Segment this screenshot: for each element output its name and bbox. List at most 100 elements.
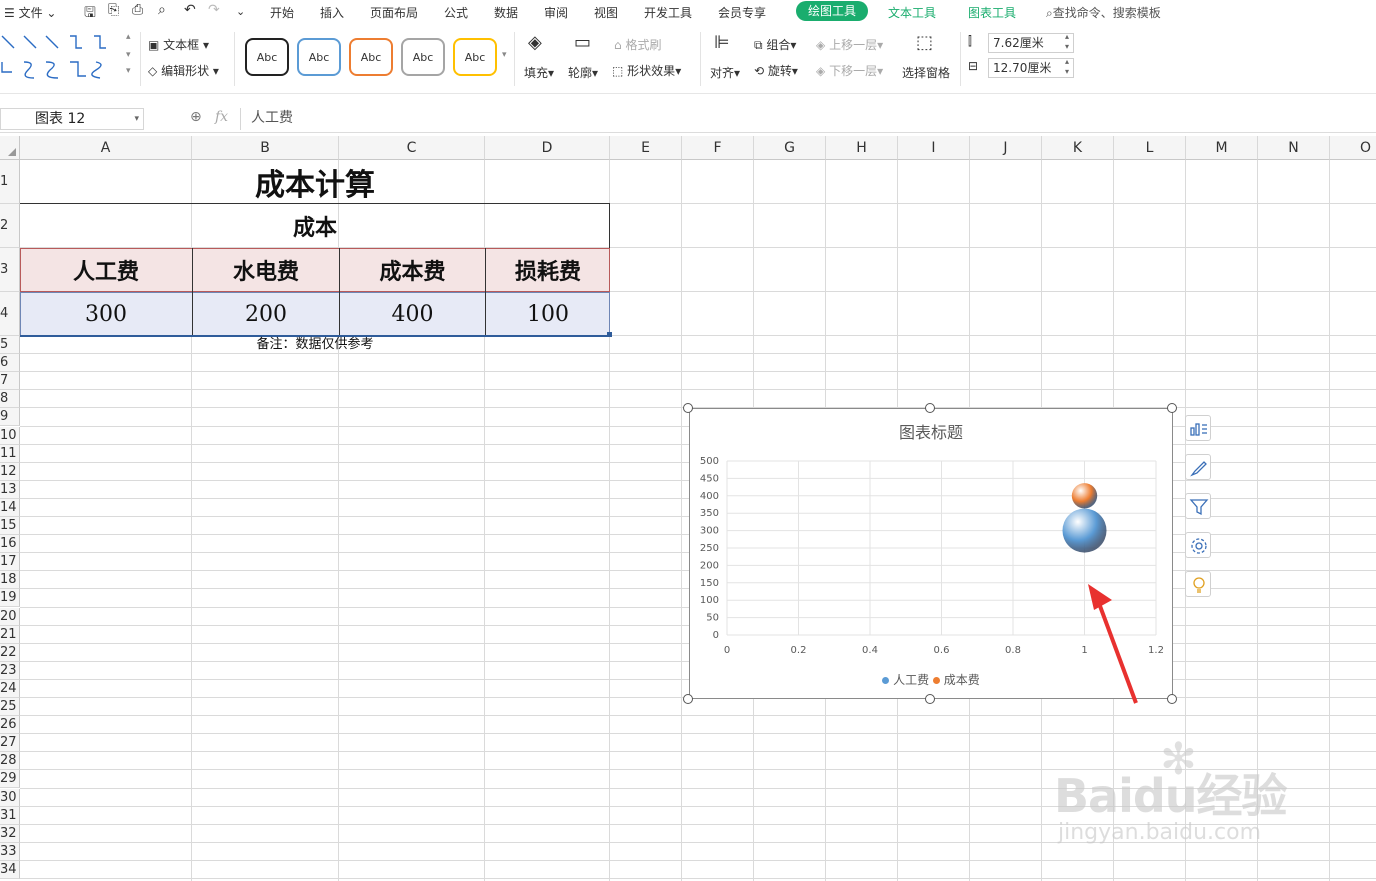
shape-width-input[interactable]: 12.70厘米 ▴ ▾ bbox=[988, 57, 1074, 78]
row-header-29[interactable]: 29 bbox=[0, 770, 20, 789]
row-header-15[interactable]: 15 bbox=[0, 517, 20, 536]
column-header-A[interactable]: A bbox=[20, 136, 192, 160]
header-cost[interactable]: 成本费 bbox=[339, 248, 485, 292]
row-header-27[interactable]: 27 bbox=[0, 734, 20, 753]
row-header-31[interactable]: 31 bbox=[0, 806, 20, 825]
column-header-F[interactable]: F bbox=[682, 136, 754, 160]
resize-handle-b[interactable] bbox=[925, 694, 935, 704]
resize-handle-bl[interactable] bbox=[683, 694, 693, 704]
value-utilities[interactable]: 200 bbox=[192, 292, 339, 336]
menu-file[interactable]: ☰ 文件 ⌄ bbox=[4, 4, 56, 21]
align-button[interactable]: 对齐▾ bbox=[710, 64, 740, 81]
chart-style-button[interactable] bbox=[1185, 454, 1211, 480]
tab-text-tools[interactable]: 文本工具 bbox=[888, 4, 936, 21]
row-header-33[interactable]: 33 bbox=[0, 842, 20, 861]
column-header-E[interactable]: E bbox=[610, 136, 682, 160]
column-header-L[interactable]: L bbox=[1114, 136, 1186, 160]
tab-drawing-tools[interactable]: 绘图工具 bbox=[796, 1, 869, 21]
header-utilities[interactable]: 水电费 bbox=[192, 248, 339, 292]
undo-icon[interactable]: ↶ bbox=[184, 2, 196, 18]
row-header-16[interactable]: 16 bbox=[0, 535, 20, 554]
export-icon[interactable]: ⎘ bbox=[108, 2, 119, 18]
row-header-25[interactable]: 25 bbox=[0, 698, 20, 717]
resize-handle-br[interactable] bbox=[1167, 694, 1177, 704]
row-header-24[interactable]: 24 bbox=[0, 679, 20, 698]
tab-member[interactable]: 会员专享 bbox=[718, 4, 766, 21]
height-spinner-icon[interactable]: ▴ ▾ bbox=[1065, 32, 1069, 52]
header-loss[interactable]: 损耗费 bbox=[485, 248, 610, 292]
format-brush-button[interactable]: ⌂ 格式刷 bbox=[614, 36, 661, 53]
column-header-G[interactable]: G bbox=[754, 136, 826, 160]
row-header-19[interactable]: 19 bbox=[0, 589, 20, 608]
rotate-button[interactable]: ⟲ 旋转▾ bbox=[754, 62, 798, 79]
outline-button[interactable]: 轮廓▾ bbox=[568, 64, 598, 81]
value-labor[interactable]: 300 bbox=[20, 292, 192, 336]
fx-icon[interactable]: fx bbox=[215, 109, 228, 125]
textbox-button[interactable]: ▣ 文本框 ▾ bbox=[148, 36, 209, 53]
tab-home[interactable]: 开始 bbox=[270, 4, 294, 21]
sheet-title[interactable]: 成本计算 bbox=[20, 160, 610, 204]
resize-handle-tr[interactable] bbox=[1167, 403, 1177, 413]
tab-review[interactable]: 审阅 bbox=[544, 4, 568, 21]
tab-formula[interactable]: 公式 bbox=[444, 4, 468, 21]
row-header-17[interactable]: 17 bbox=[0, 553, 20, 572]
gallery-scroll-down-icon[interactable]: ▾ bbox=[126, 50, 131, 60]
column-header-N[interactable]: N bbox=[1258, 136, 1330, 160]
edit-shape-button[interactable]: ◇ 编辑形状 ▾ bbox=[148, 62, 219, 79]
fill-icon[interactable]: ◈ bbox=[528, 32, 542, 53]
print-preview-icon[interactable]: ⌕ bbox=[158, 2, 166, 18]
redo-icon[interactable]: ↷ bbox=[208, 2, 220, 18]
align-icon[interactable]: ⊫ bbox=[714, 32, 730, 53]
shape-style-5[interactable]: Abc bbox=[453, 38, 497, 76]
row-header-20[interactable]: 20 bbox=[0, 607, 20, 626]
formula-input[interactable]: 人工费 bbox=[240, 108, 1376, 130]
name-box-dropdown-icon[interactable]: ▾ bbox=[134, 109, 139, 129]
value-loss[interactable]: 100 bbox=[485, 292, 610, 336]
chart-filter-button[interactable] bbox=[1185, 493, 1211, 519]
row-header-14[interactable]: 14 bbox=[0, 498, 20, 517]
shape-style-2[interactable]: Abc bbox=[297, 38, 341, 76]
row-header-22[interactable]: 22 bbox=[0, 643, 20, 662]
chart-elements-button[interactable] bbox=[1185, 415, 1211, 441]
column-header-O[interactable]: O bbox=[1330, 136, 1376, 160]
row-header-4[interactable]: 4 bbox=[0, 292, 20, 336]
row-header-8[interactable]: 8 bbox=[0, 390, 20, 409]
shape-style-1[interactable]: Abc bbox=[245, 38, 289, 76]
width-spinner-icon[interactable]: ▴ ▾ bbox=[1065, 57, 1069, 77]
row-header-34[interactable]: 34 bbox=[0, 860, 20, 879]
column-header-D[interactable]: D bbox=[485, 136, 610, 160]
row-header-6[interactable]: 6 bbox=[0, 354, 20, 373]
tab-view[interactable]: 视图 bbox=[594, 4, 618, 21]
row-header-18[interactable]: 18 bbox=[0, 571, 20, 590]
bring-forward-button[interactable]: ◈ 上移一层▾ bbox=[816, 36, 883, 53]
row-header-11[interactable]: 11 bbox=[0, 444, 20, 463]
line-shapes-gallery[interactable] bbox=[0, 32, 126, 82]
column-header-K[interactable]: K bbox=[1042, 136, 1114, 160]
send-backward-button[interactable]: ◈ 下移一层▾ bbox=[816, 62, 883, 79]
shape-height-input[interactable]: 7.62厘米 ▴ ▾ bbox=[988, 32, 1074, 53]
shape-style-3[interactable]: Abc bbox=[349, 38, 393, 76]
column-header-I[interactable]: I bbox=[898, 136, 970, 160]
row-header-12[interactable]: 12 bbox=[0, 462, 20, 481]
outline-icon[interactable]: ▭ bbox=[574, 32, 591, 53]
header-labor[interactable]: 人工费 bbox=[20, 248, 192, 292]
row-header-3[interactable]: 3 bbox=[0, 248, 20, 292]
tab-page-layout[interactable]: 页面布局 bbox=[370, 4, 418, 21]
command-search[interactable]: ⌕查找命令、搜索模板 bbox=[1046, 4, 1161, 21]
row-header-32[interactable]: 32 bbox=[0, 824, 20, 843]
column-header-M[interactable]: M bbox=[1186, 136, 1258, 160]
row-header-2[interactable]: 2 bbox=[0, 204, 20, 248]
shape-effect-button[interactable]: ⬚ 形状效果▾ bbox=[612, 62, 681, 79]
selection-pane-button[interactable]: 选择窗格 bbox=[902, 64, 950, 81]
tab-insert[interactable]: 插入 bbox=[320, 4, 344, 21]
select-all-corner[interactable] bbox=[0, 136, 20, 160]
chart-settings-button[interactable] bbox=[1185, 532, 1211, 558]
row-header-30[interactable]: 30 bbox=[0, 788, 20, 807]
tab-data[interactable]: 数据 bbox=[494, 4, 518, 21]
selection-pane-icon[interactable]: ⬚ bbox=[916, 32, 933, 53]
column-header-H[interactable]: H bbox=[826, 136, 898, 160]
styles-expand-icon[interactable]: ▾ bbox=[502, 50, 507, 60]
chart-ideas-button[interactable] bbox=[1185, 571, 1211, 597]
column-header-C[interactable]: C bbox=[339, 136, 485, 160]
row-header-10[interactable]: 10 bbox=[0, 426, 20, 445]
